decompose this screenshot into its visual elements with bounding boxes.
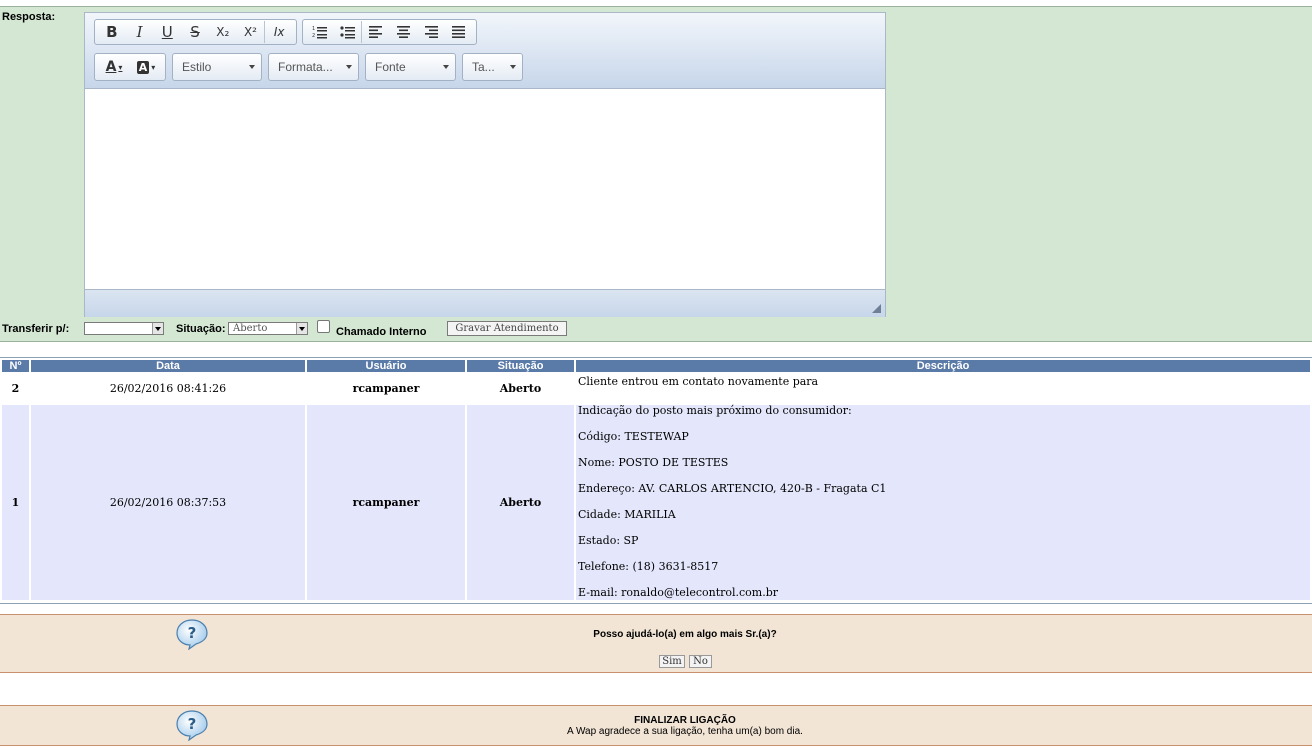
bulleted-list-icon[interactable] xyxy=(334,21,363,43)
color-group: A ▾ A ▾ xyxy=(94,53,166,81)
reply-label: Resposta: xyxy=(2,11,56,23)
col-header-user: Usuário xyxy=(307,360,465,372)
background-color-button[interactable]: A ▾ xyxy=(130,56,162,78)
history-bottom-divider xyxy=(0,603,1312,604)
row-number: 2 xyxy=(2,372,29,405)
internal-ticket-label: Chamado Interno xyxy=(336,326,427,338)
description-line: Endereço: AV. CARLOS ARTENCIO, 420-B - F… xyxy=(578,482,887,495)
save-service-button[interactable]: Gravar Atendimento xyxy=(447,321,567,336)
row-number: 1 xyxy=(2,405,29,600)
subscript-button[interactable]: X₂ xyxy=(209,21,237,43)
remove-format-button[interactable]: Ix xyxy=(264,21,293,43)
col-header-date: Data xyxy=(31,360,305,372)
size-combo[interactable]: Ta... xyxy=(462,53,523,81)
align-left-icon[interactable] xyxy=(362,21,390,43)
row-description: Indicação do posto mais próximo do consu… xyxy=(576,405,1310,600)
font-color-icon: A xyxy=(105,59,117,75)
underline-button[interactable]: U xyxy=(153,21,181,43)
finish-call-panel: ? FINALIZAR LIGAÇÃO A Wap agradece a sua… xyxy=(0,705,1312,746)
svg-text:1: 1 xyxy=(312,26,315,32)
col-header-description: Descrição xyxy=(576,360,1310,372)
format-combo[interactable]: Formata... xyxy=(268,53,359,81)
bold-button[interactable]: B xyxy=(98,21,126,43)
size-combo-label: Ta... xyxy=(472,60,495,74)
editor-footer xyxy=(85,289,885,317)
strikethrough-button[interactable]: S xyxy=(181,21,209,43)
description-line: Indicação do posto mais próximo do consu… xyxy=(578,404,852,417)
transfer-label: Transferir p/: xyxy=(2,323,70,335)
svg-text:2: 2 xyxy=(312,33,315,39)
italic-button[interactable]: I xyxy=(126,21,154,43)
chevron-down-icon xyxy=(152,323,163,334)
format-combo-label: Formata... xyxy=(278,60,333,74)
history-table: Nº Data Usuário Situação Descrição 2 26/… xyxy=(0,360,1312,600)
chevron-down-icon xyxy=(296,323,307,334)
editor-toolbar: B I U S X₂ X² Ix 12 A ▾ A ▾ Estilo Forma… xyxy=(85,13,885,89)
superscript-button[interactable]: X² xyxy=(237,21,265,43)
row-date: 26/02/2016 08:37:53 xyxy=(31,405,305,600)
row-date: 26/02/2016 08:41:26 xyxy=(31,372,305,405)
row-user: rcampaner xyxy=(307,372,465,405)
align-center-icon[interactable] xyxy=(390,21,418,43)
col-header-number: Nº xyxy=(2,360,29,372)
style-combo[interactable]: Estilo xyxy=(172,53,262,81)
description-line: Cidade: MARILIA xyxy=(578,508,676,521)
align-justify-icon[interactable] xyxy=(445,21,473,43)
text-style-group: B I U S X₂ X² Ix xyxy=(94,19,297,45)
table-row: 2 26/02/2016 08:41:26 rcampaner Aberto C… xyxy=(2,372,1310,405)
reply-section: Resposta: B I U S X₂ X² Ix 12 A ▾ A ▾ Es… xyxy=(0,7,1312,342)
resize-handle-icon[interactable] xyxy=(872,304,881,313)
status-select[interactable]: Aberto xyxy=(228,322,308,335)
numbered-list-icon[interactable]: 12 xyxy=(306,21,334,43)
ticket-controls: Transferir p/: Situação: Aberto Chamado … xyxy=(0,319,1312,339)
rich-text-editor: B I U S X₂ X² Ix 12 A ▾ A ▾ Estilo Forma… xyxy=(84,12,886,317)
description-line: Nome: POSTO DE TESTES xyxy=(578,456,729,469)
col-header-status: Situação xyxy=(467,360,574,372)
description-line: Estado: SP xyxy=(578,534,639,547)
editor-content-area[interactable] xyxy=(85,89,885,289)
description-line: Cliente entrou em contato novamente para xyxy=(578,375,819,388)
finish-title: FINALIZAR LIGAÇÃO xyxy=(634,715,736,726)
align-right-icon[interactable] xyxy=(418,21,446,43)
no-button[interactable]: No xyxy=(689,655,712,668)
yes-button[interactable]: Sim xyxy=(659,655,685,668)
description-line: E-mail: ronaldo@telecontrol.com.br xyxy=(578,586,779,599)
row-status: Aberto xyxy=(467,405,574,600)
history-top-divider xyxy=(0,357,1312,358)
font-combo[interactable]: Fonte xyxy=(365,53,456,81)
row-user: rcampaner xyxy=(307,405,465,600)
status-select-value: Aberto xyxy=(233,323,268,334)
help-prompt-panel: ? Posso ajudá-lo(a) em algo mais Sr.(a)?… xyxy=(0,614,1312,673)
internal-ticket-checkbox[interactable] xyxy=(317,320,330,333)
paragraph-group: 12 xyxy=(302,19,477,45)
description-line: Código: TESTEWAP xyxy=(578,430,689,443)
table-row: 1 26/02/2016 08:37:53 rcampaner Aberto I… xyxy=(2,405,1310,600)
finish-message: A Wap agradece a sua ligação, tenha um(a… xyxy=(567,726,803,737)
status-label: Situação: xyxy=(176,323,226,335)
row-description: Cliente entrou em contato novamente para xyxy=(576,372,1310,405)
font-color-button[interactable]: A ▾ xyxy=(98,56,130,78)
font-combo-label: Fonte xyxy=(375,60,406,74)
background-color-icon: A xyxy=(136,60,150,74)
transfer-select[interactable] xyxy=(84,322,164,335)
style-combo-label: Estilo xyxy=(182,60,212,74)
row-status: Aberto xyxy=(467,372,574,405)
description-line: Telefone: (18) 3631-8517 xyxy=(578,560,719,573)
help-question: Posso ajudá-lo(a) em algo mais Sr.(a)? xyxy=(593,629,777,640)
